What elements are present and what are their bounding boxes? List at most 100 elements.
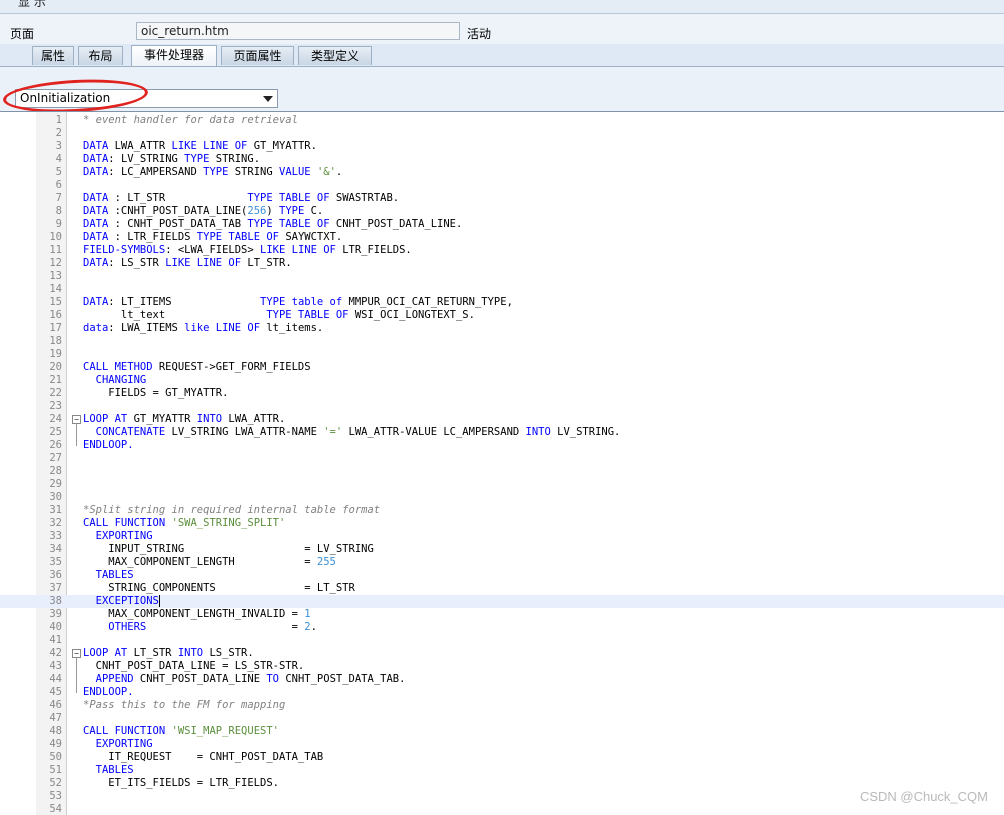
page-label: 页面 xyxy=(10,27,35,41)
code-line[interactable]: 39 MAX_COMPONENT_LENGTH_INVALID = 1 xyxy=(0,608,1004,621)
code-text: DATA : CNHT_POST_DATA_TAB TYPE TABLE OF … xyxy=(83,218,462,231)
code-token: : LT_STR xyxy=(114,192,248,204)
code-line[interactable]: 46 *Pass this to the FM for mapping xyxy=(0,699,1004,712)
code-line[interactable]: 33 EXPORTING xyxy=(0,530,1004,543)
code-line[interactable]: 48 CALL FUNCTION 'WSI_MAP_REQUEST' xyxy=(0,725,1004,738)
code-line[interactable]: 47 xyxy=(0,712,1004,725)
code-token: . xyxy=(335,166,343,178)
code-token: MAX_COMPONENT_LENGTH_INVALID = xyxy=(83,608,305,620)
code-line[interactable]: 18 xyxy=(0,335,1004,348)
code-line[interactable]: 6 xyxy=(0,179,1004,192)
chevron-down-icon[interactable] xyxy=(263,96,273,102)
code-line[interactable]: 49 EXPORTING xyxy=(0,738,1004,751)
code-line[interactable]: 20 CALL METHOD REQUEST->GET_FORM_FIELDS xyxy=(0,361,1004,374)
line-number: 39 xyxy=(49,608,62,620)
line-number: 9 xyxy=(55,218,62,230)
code-line[interactable]: 14 xyxy=(0,283,1004,296)
code-line[interactable]: 51 TABLES xyxy=(0,764,1004,777)
code-line[interactable]: 38 EXCEPTIONS xyxy=(0,595,1004,608)
code-line[interactable]: 37 STRING_COMPONENTS = LT_STR xyxy=(0,582,1004,595)
code-line[interactable]: 21 CHANGING xyxy=(0,374,1004,387)
code-text: CALL FUNCTION 'WSI_MAP_REQUEST' xyxy=(83,725,279,738)
event-select[interactable]: OnInitialization xyxy=(15,89,278,108)
code-line[interactable]: 53 xyxy=(0,790,1004,803)
code-line[interactable]: 5 DATA: LC_AMPERSAND TYPE STRING VALUE '&… xyxy=(0,166,1004,179)
code-token: CNHT_POST_DATA_LINE xyxy=(139,673,267,685)
code-line[interactable]: 36 TABLES xyxy=(0,569,1004,582)
code-text: LOOP AT GT_MYATTR INTO LWA_ATTR. xyxy=(83,413,285,426)
code-text: INPUT_STRING = LV_STRING xyxy=(83,543,374,556)
code-editor[interactable]: 1 * event handler for data retrieval 2 3 DAT… xyxy=(0,111,1004,815)
code-line[interactable]: 16 lt_text TYPE TABLE OF WSI_OCI_LONGTEX… xyxy=(0,309,1004,322)
code-line[interactable]: 15 DATA: LT_ITEMS TYPE table of MMPUR_OCI… xyxy=(0,296,1004,309)
code-text: EXCEPTIONS xyxy=(83,595,159,608)
code-line[interactable]: 30 xyxy=(0,491,1004,504)
code-token: CNHT_POST_DATA_LINE = LS_STR-STR. xyxy=(83,660,305,672)
code-line[interactable]: 9 DATA : CNHT_POST_DATA_TAB TYPE TABLE OF… xyxy=(0,218,1004,231)
code-line[interactable]: 41 xyxy=(0,634,1004,647)
code-line[interactable]: 3 DATA LWA_ATTR LIKE LINE OF GT_MYATTR. xyxy=(0,140,1004,153)
line-number: 50 xyxy=(49,751,62,763)
code-line[interactable]: 40 OTHERS = 2. xyxy=(0,621,1004,634)
code-line[interactable]: 54 xyxy=(0,803,1004,815)
fold-toggle-icon[interactable]: − xyxy=(72,415,81,424)
code-token: like LINE OF xyxy=(184,322,267,334)
code-line[interactable]: 24 LOOP AT GT_MYATTR INTO LWA_ATTR. xyxy=(0,413,1004,426)
code-line[interactable]: 13 xyxy=(0,270,1004,283)
code-token: TYPE TABLE OF xyxy=(196,231,286,243)
code-token: 'SWA_STRING_SPLIT' xyxy=(171,517,286,529)
code-line[interactable]: 35 MAX_COMPONENT_LENGTH = 255 xyxy=(0,556,1004,569)
code-line[interactable]: 43 CNHT_POST_DATA_LINE = LS_STR-STR. xyxy=(0,660,1004,673)
code-line[interactable]: 4 DATA: LV_STRING TYPE STRING. xyxy=(0,153,1004,166)
code-line[interactable]: 23 xyxy=(0,400,1004,413)
code-line[interactable]: 12 DATA: LS_STR LIKE LINE OF LT_STR. xyxy=(0,257,1004,270)
line-number: 5 xyxy=(55,166,62,178)
line-number: 38 xyxy=(49,595,62,607)
code-line[interactable]: 19 xyxy=(0,348,1004,361)
code-token: lt_text xyxy=(83,309,267,321)
line-number: 45 xyxy=(49,686,62,698)
tab-attributes[interactable]: 属性 xyxy=(32,46,74,65)
code-line[interactable]: 29 xyxy=(0,478,1004,491)
page-name-field[interactable]: oic_return.htm xyxy=(136,22,460,40)
code-line[interactable]: 32 CALL FUNCTION 'SWA_STRING_SPLIT' xyxy=(0,517,1004,530)
code-text: MAX_COMPONENT_LENGTH = 255 xyxy=(83,556,336,569)
code-line[interactable]: 31 *Split string in required internal tab… xyxy=(0,504,1004,517)
code-token: LT_STR xyxy=(133,647,178,659)
code-line[interactable]: 7 DATA : LT_STR TYPE TABLE OF SWASTRTAB. xyxy=(0,192,1004,205)
code-line[interactable]: 26 ENDLOOP. xyxy=(0,439,1004,452)
code-token: DATA xyxy=(83,192,115,204)
code-line[interactable]: 22 FIELDS = GT_MYATTR. xyxy=(0,387,1004,400)
code-line[interactable]: 8 DATA :CNHT_POST_DATA_LINE(256) TYPE C. xyxy=(0,205,1004,218)
tab-type-definitions[interactable]: 类型定义 xyxy=(298,46,372,65)
code-line[interactable]: 52 ET_ITS_FIELDS = LTR_FIELDS. xyxy=(0,777,1004,790)
tab-event-handlers[interactable]: 事件处理器 xyxy=(131,45,217,66)
code-line[interactable]: 17 data: LWA_ITEMS like LINE OF lt_items. xyxy=(0,322,1004,335)
code-line[interactable]: 42 LOOP AT LT_STR INTO LS_STR. xyxy=(0,647,1004,660)
code-text: CALL FUNCTION 'SWA_STRING_SPLIT' xyxy=(83,517,285,530)
line-number: 14 xyxy=(49,283,62,295)
code-line[interactable]: 10 DATA : LTR_FIELDS TYPE TABLE OF SAYWCT… xyxy=(0,231,1004,244)
code-line[interactable]: 27 xyxy=(0,452,1004,465)
code-line[interactable]: 45 ENDLOOP. xyxy=(0,686,1004,699)
code-line[interactable]: 50 IT_REQUEST = CNHT_POST_DATA_TAB xyxy=(0,751,1004,764)
fold-toggle-icon[interactable]: − xyxy=(72,649,81,658)
code-text: STRING_COMPONENTS = LT_STR xyxy=(83,582,355,595)
code-token: FIELD-SYMBOLS xyxy=(83,244,166,256)
code-token: CNHT_POST_DATA_TAB. xyxy=(285,673,406,685)
tab-page-attributes[interactable]: 页面属性 xyxy=(221,46,294,65)
code-line[interactable]: 1 * event handler for data retrieval xyxy=(0,114,1004,127)
code-line[interactable]: 11 FIELD-SYMBOLS: <LWA_FIELDS> LIKE LINE … xyxy=(0,244,1004,257)
line-number: 15 xyxy=(49,296,62,308)
code-line[interactable]: 2 xyxy=(0,127,1004,140)
code-line[interactable]: 25 CONCATENATE LV_STRING LWA_ATTR-NAME '… xyxy=(0,426,1004,439)
code-token: . xyxy=(310,621,317,633)
code-line[interactable]: 28 xyxy=(0,465,1004,478)
line-number: 25 xyxy=(49,426,62,438)
tab-layout[interactable]: 布局 xyxy=(78,46,123,65)
code-text: * event handler for data retrieval xyxy=(83,114,298,127)
code-line[interactable]: 34 INPUT_STRING = LV_STRING xyxy=(0,543,1004,556)
code-line[interactable]: 44 APPEND CNHT_POST_DATA_LINE TO CNHT_PO… xyxy=(0,673,1004,686)
